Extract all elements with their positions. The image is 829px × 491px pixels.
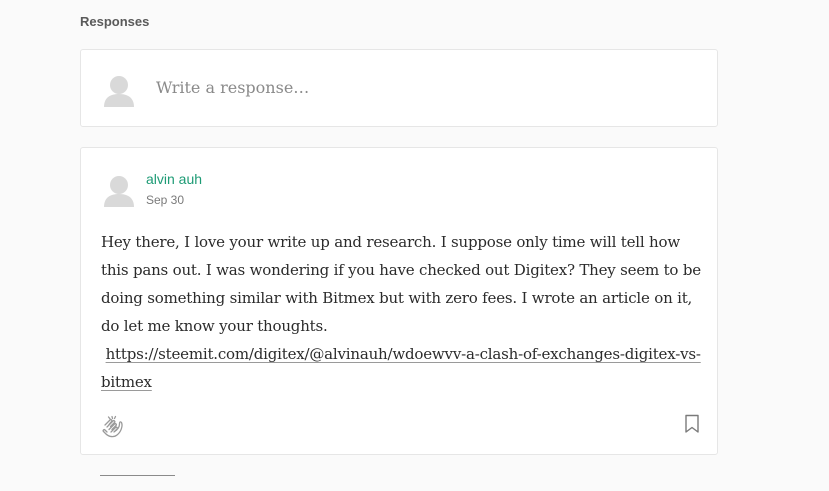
response-author-link[interactable]: alvin auh (146, 171, 202, 187)
response-date[interactable]: Sep 30 (146, 193, 184, 207)
response-article-link[interactable]: https://steemit.com/digitex/@alvinauh/wd… (101, 345, 701, 391)
clap-icon[interactable] (99, 412, 127, 440)
write-response-placeholder[interactable]: Write a response… (156, 78, 309, 97)
section-divider (100, 475, 175, 476)
user-placeholder-icon (102, 73, 136, 107)
author-avatar-icon[interactable] (102, 173, 136, 207)
response-body-text: Hey there, I love your write up and rese… (101, 233, 701, 335)
response-card: alvin auh Sep 30 Hey there, I love your … (80, 147, 718, 455)
write-response-box[interactable]: Write a response… (80, 49, 718, 127)
responses-heading: Responses (80, 14, 150, 29)
bookmark-icon[interactable] (684, 414, 700, 434)
response-body: Hey there, I love your write up and rese… (101, 228, 701, 396)
